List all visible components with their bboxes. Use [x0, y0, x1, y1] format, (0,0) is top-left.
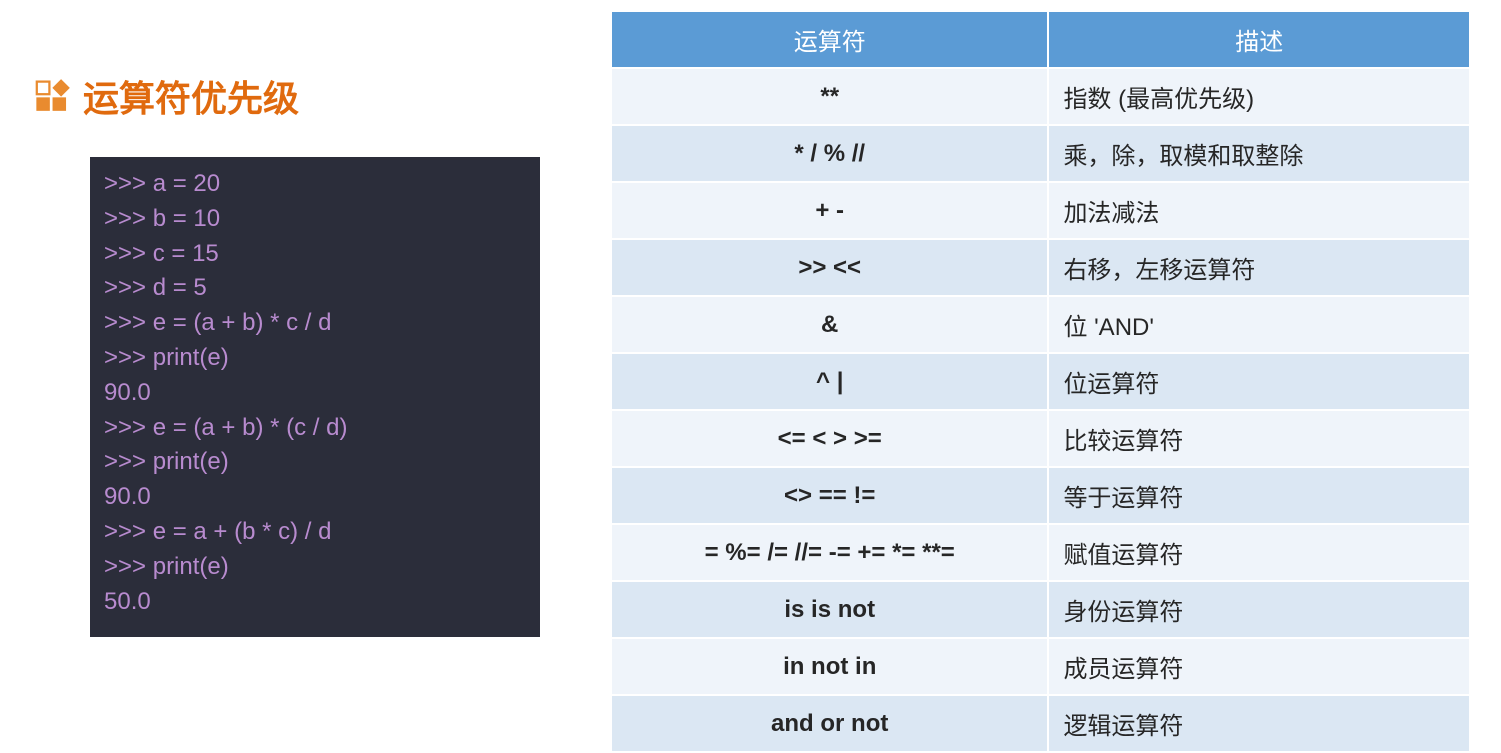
operator-precedence-table: 运算符 描述 **指数 (最高优先级)* / % //乘，除，取模和取整除+ -… [610, 10, 1471, 753]
operator-cell: and or not [611, 695, 1048, 752]
description-cell: 乘，除，取模和取整除 [1048, 125, 1470, 182]
table-header-operator: 运算符 [611, 11, 1048, 68]
description-cell: 等于运算符 [1048, 467, 1470, 524]
operator-cell: in not in [611, 638, 1048, 695]
table-row: in not in成员运算符 [611, 638, 1470, 695]
left-column: 运算符优先级 >>> a = 20 >>> b = 10 >>> c = 15 … [20, 10, 560, 728]
table-header-description: 描述 [1048, 11, 1470, 68]
table-row: &位 'AND' [611, 296, 1470, 353]
description-cell: 成员运算符 [1048, 638, 1470, 695]
operator-cell: * / % // [611, 125, 1048, 182]
table-row: = %= /= //= -= += *= **=赋值运算符 [611, 524, 1470, 581]
table-row: and or not逻辑运算符 [611, 695, 1470, 752]
title-row: 运算符优先级 [35, 70, 560, 122]
table-row: >> <<右移，左移运算符 [611, 239, 1470, 296]
description-cell: 位运算符 [1048, 353, 1470, 410]
description-cell: 右移，左移运算符 [1048, 239, 1470, 296]
operator-cell: <= < > >= [611, 410, 1048, 467]
table-row: **指数 (最高优先级) [611, 68, 1470, 125]
table-row: + -加法减法 [611, 182, 1470, 239]
operator-cell: + - [611, 182, 1048, 239]
operator-cell: ** [611, 68, 1048, 125]
table-header-row: 运算符 描述 [611, 11, 1470, 68]
description-cell: 身份运算符 [1048, 581, 1470, 638]
table-row: <> == !=等于运算符 [611, 467, 1470, 524]
description-cell: 指数 (最高优先级) [1048, 68, 1470, 125]
description-cell: 比较运算符 [1048, 410, 1470, 467]
code-block: >>> a = 20 >>> b = 10 >>> c = 15 >>> d =… [90, 157, 540, 637]
description-cell: 赋值运算符 [1048, 524, 1470, 581]
description-cell: 逻辑运算符 [1048, 695, 1470, 752]
operator-cell: = %= /= //= -= += *= **= [611, 524, 1048, 581]
right-column: 运算符 描述 **指数 (最高优先级)* / % //乘，除，取模和取整除+ -… [610, 10, 1481, 728]
table-row: ^ |位运算符 [611, 353, 1470, 410]
operator-cell: is is not [611, 581, 1048, 638]
shapes-bullet-icon [35, 78, 71, 114]
table-row: is is not身份运算符 [611, 581, 1470, 638]
operator-cell: ^ | [611, 353, 1048, 410]
table-row: * / % //乘，除，取模和取整除 [611, 125, 1470, 182]
operator-cell: & [611, 296, 1048, 353]
page-title: 运算符优先级 [83, 70, 299, 122]
description-cell: 位 'AND' [1048, 296, 1470, 353]
operator-cell: >> << [611, 239, 1048, 296]
description-cell: 加法减法 [1048, 182, 1470, 239]
operator-cell: <> == != [611, 467, 1048, 524]
table-row: <= < > >=比较运算符 [611, 410, 1470, 467]
